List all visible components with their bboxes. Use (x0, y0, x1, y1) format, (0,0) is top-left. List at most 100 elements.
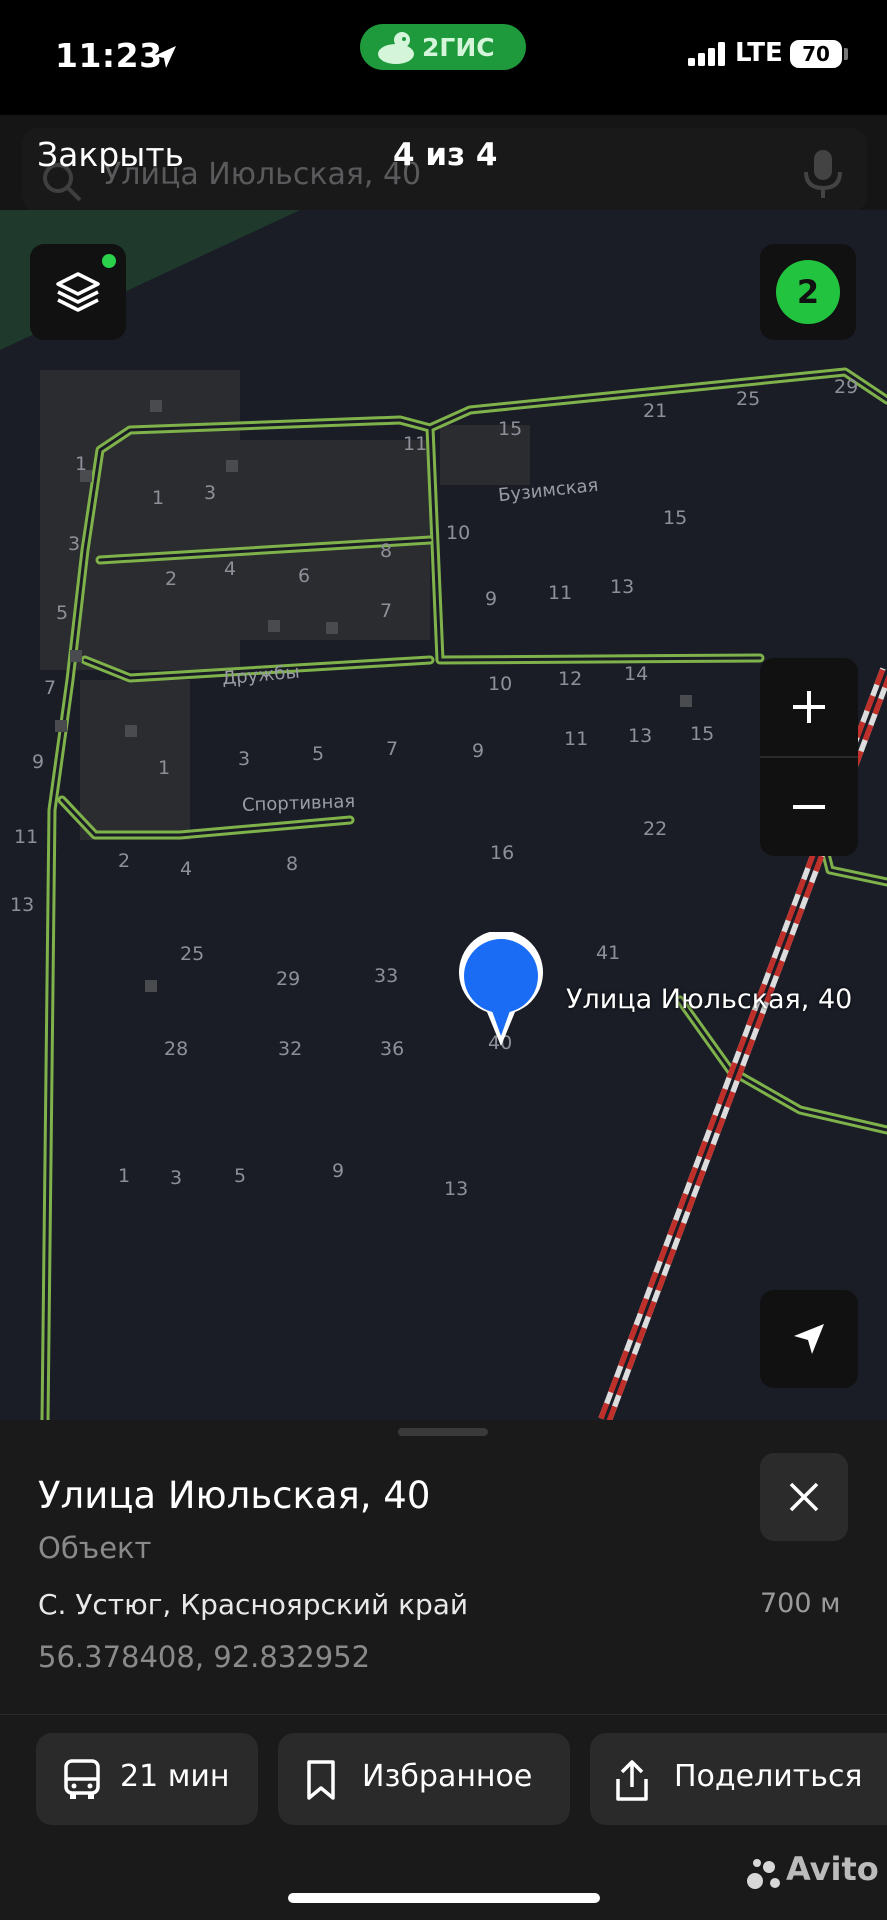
app-name: 2ГИС (422, 33, 495, 62)
house-number: 2 (165, 568, 178, 590)
house-number: 3 (170, 1167, 183, 1189)
close-button[interactable]: Закрыть (37, 135, 184, 174)
place-coordinates[interactable]: 56.378408, 92.832952 (38, 1640, 370, 1674)
microphone-icon[interactable] (800, 148, 846, 200)
zoom-in-button[interactable] (760, 658, 858, 756)
house-number: 9 (472, 740, 485, 762)
watermark: Avito (786, 1850, 879, 1888)
map-view[interactable]: Бузимская Дружбы Спортивная 1 1 3 3 5 7 … (0, 210, 887, 1420)
close-card-button[interactable] (760, 1453, 848, 1541)
house-number: 11 (403, 433, 428, 455)
house-number: 3 (204, 482, 217, 504)
share-icon (616, 1760, 648, 1801)
place-title: Улица Июльская, 40 (38, 1474, 431, 1517)
pin-label: Улица Июльская, 40 (566, 984, 853, 1015)
street-label: Спортивная (241, 791, 356, 816)
house-number: 29 (834, 376, 859, 398)
share-label: Поделиться (674, 1759, 863, 1794)
place-type: Объект (38, 1531, 152, 1565)
location-pin-icon[interactable] (455, 932, 547, 1050)
house-number: 11 (564, 728, 589, 750)
house-number: 22 (643, 818, 668, 840)
house-number: 11 (14, 826, 39, 848)
house-number: 7 (44, 677, 57, 699)
house-number: 5 (312, 743, 325, 765)
favorite-label: Избранное (362, 1759, 533, 1794)
house-number: 15 (498, 418, 523, 440)
house-number: 2 (118, 850, 131, 872)
layers-button[interactable] (30, 244, 126, 340)
navigation-arrow-icon (794, 1324, 824, 1354)
place-address: С. Устюг, Красноярский край (38, 1588, 469, 1621)
house-number: 25 (736, 388, 761, 410)
home-indicator[interactable] (288, 1893, 600, 1903)
house-number: 4 (180, 858, 193, 880)
house-number: 9 (332, 1160, 345, 1182)
sheet-grabber[interactable] (398, 1428, 488, 1436)
house-number: 15 (690, 723, 715, 745)
house-number: 9 (485, 588, 498, 610)
house-number: 1 (152, 487, 165, 509)
results-count-badge: 2 (776, 260, 840, 324)
route-button[interactable]: 21 мин (36, 1733, 258, 1825)
house-number: 21 (643, 400, 668, 422)
house-number: 9 (32, 751, 45, 773)
house-number: 29 (276, 968, 301, 990)
sheet-divider (0, 1714, 887, 1715)
bus-icon (64, 1759, 100, 1799)
house-number: 41 (596, 942, 621, 964)
house-number: 4 (224, 558, 237, 580)
house-number: 32 (278, 1038, 303, 1060)
location-arrow-icon (154, 46, 176, 68)
house-number: 6 (298, 565, 311, 587)
close-icon (789, 1482, 819, 1512)
share-button[interactable]: Поделиться (590, 1733, 887, 1825)
layers-active-dot (102, 254, 116, 268)
house-number: 16 (490, 842, 515, 864)
plus-icon (793, 691, 825, 723)
house-number: 13 (10, 894, 35, 916)
house-number: 25 (180, 943, 205, 965)
house-number: 8 (380, 540, 393, 562)
place-distance: 700 м (760, 1588, 841, 1619)
search-results-badge-button[interactable]: 2 (760, 244, 856, 340)
house-number: 36 (380, 1038, 405, 1060)
map-block (80, 680, 190, 840)
house-number: 10 (446, 522, 471, 544)
app-return-pill[interactable]: 2ГИС (360, 24, 526, 70)
favorite-button[interactable]: Избранное (278, 1733, 570, 1825)
house-number: 11 (548, 582, 573, 604)
house-number: 1 (75, 453, 88, 475)
bookmark-icon (307, 1760, 335, 1800)
house-number: 8 (286, 853, 299, 875)
cell-signal-icon (688, 42, 725, 66)
house-number: 13 (444, 1178, 469, 1200)
result-counter: 4 из 4 (393, 137, 498, 173)
house-number: 7 (380, 600, 393, 622)
house-number: 13 (628, 725, 653, 747)
avito-logo-icon (747, 1859, 780, 1889)
my-location-button[interactable] (760, 1290, 858, 1388)
house-number: 10 (488, 673, 513, 695)
status-time: 11:23 (55, 36, 163, 75)
app-logo-icon (378, 32, 414, 64)
house-number: 1 (158, 757, 171, 779)
house-number: 5 (56, 602, 69, 624)
house-number: 15 (663, 507, 688, 529)
house-number: 3 (68, 533, 81, 555)
house-number: 3 (238, 748, 251, 770)
layers-icon (56, 272, 100, 312)
network-type: LTE (735, 38, 783, 68)
house-number: 5 (234, 1165, 247, 1187)
minus-icon (793, 805, 825, 809)
house-number: 28 (164, 1038, 189, 1060)
house-number: 1 (118, 1165, 131, 1187)
zoom-controls (760, 658, 858, 856)
battery-level: 70 (790, 40, 842, 68)
house-number: 13 (610, 576, 635, 598)
zoom-out-button[interactable] (760, 758, 858, 856)
house-number: 12 (558, 668, 583, 690)
house-number: 7 (386, 738, 399, 760)
house-number: 14 (624, 663, 649, 685)
route-time: 21 мин (120, 1759, 230, 1794)
